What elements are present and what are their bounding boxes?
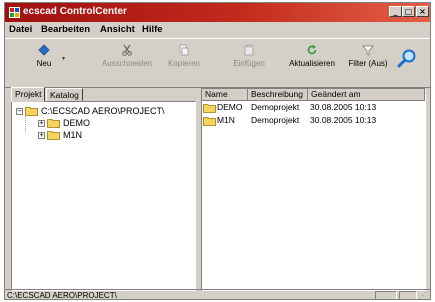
window-title: ecscad ControlCenter (23, 6, 127, 17)
maximize-button[interactable]: □ (402, 6, 415, 17)
status-path: C:\ECSCAD AERO\PROJECT\ (7, 291, 117, 300)
tab-projekt[interactable]: Projekt (11, 87, 46, 102)
expand-icon[interactable]: + (38, 119, 45, 127)
title-bar[interactable]: ecscad ControlCenter _ □ × (5, 3, 430, 22)
maximize-icon: □ (404, 7, 413, 16)
project-list[interactable]: Name Beschreibung Geändert am DEMO Demop… (201, 88, 426, 291)
menu-bar: Datei Bearbeiten Ansicht Hilfe (5, 22, 430, 37)
column-header-label: Name (205, 89, 228, 99)
tree-item-label: C:\ECSCAD AERO\PROJECT\ (41, 106, 165, 116)
tree-item-demo[interactable]: + DEMO (38, 117, 90, 129)
app-icon (9, 7, 20, 18)
list-cell-modified: 30.08.2005 10:13 (310, 115, 377, 125)
menu-hilfe[interactable]: Hilfe (142, 24, 163, 35)
filter-button[interactable]: Filter (Aus) (344, 41, 392, 83)
expand-icon[interactable]: + (38, 131, 45, 139)
copy-icon (179, 44, 189, 56)
app-window: ecscad ControlCenter _ □ × Datei Bearbei… (4, 2, 431, 300)
scissors-icon (122, 44, 132, 56)
refresh-icon (307, 44, 317, 55)
status-panel (399, 291, 417, 299)
folder-open-icon (25, 107, 38, 116)
menu-ansicht[interactable]: Ansicht (100, 24, 135, 35)
menu-datei[interactable]: Datei (9, 24, 32, 35)
status-bar: C:\ECSCAD AERO\PROJECT\ ⋰ (5, 289, 430, 300)
list-cell-name: M1N (217, 115, 235, 125)
resize-grip-icon[interactable]: ⋰ (419, 291, 427, 299)
new-icon (38, 44, 50, 56)
tree-item-m1n[interactable]: + M1N (38, 129, 82, 141)
copy-button[interactable]: Kopieren (163, 41, 205, 83)
tab-katalog-label: Katalog (50, 90, 79, 100)
cut-button[interactable]: Ausschneiden (95, 41, 159, 83)
status-panel (375, 291, 397, 299)
refresh-label: Aktualisieren (289, 59, 335, 68)
filter-icon (362, 45, 374, 56)
toolbar: Neu ▾ Ausschneiden Kopieren Einfügen Akt… (5, 38, 430, 88)
paste-button[interactable]: Einfügen (229, 41, 269, 83)
minimize-icon: _ (393, 7, 398, 16)
menu-bearbeiten[interactable]: Bearbeiten (41, 24, 90, 35)
project-tree[interactable]: − C:\ECSCAD AERO\PROJECT\ + DEMO + M1N (11, 101, 196, 291)
minimize-button[interactable]: _ (389, 6, 402, 17)
list-cell-description: Demoprojekt (251, 115, 300, 125)
close-button[interactable]: × (416, 6, 429, 17)
new-label: Neu (36, 59, 52, 68)
column-header-label: Geändert am (311, 89, 361, 99)
tab-projekt-label: Projekt (15, 89, 42, 99)
column-header-name[interactable]: Name (202, 89, 248, 101)
tree-item-root[interactable]: − C:\ECSCAD AERO\PROJECT\ (16, 105, 165, 117)
tab-katalog[interactable]: Katalog (46, 88, 83, 101)
filter-label: Filter (Aus) (348, 59, 388, 68)
search-button[interactable] (397, 48, 417, 70)
tree-item-label: DEMO (63, 118, 90, 128)
folder-icon (203, 117, 216, 126)
new-dropdown-arrow-icon[interactable]: ▾ (62, 55, 65, 62)
paste-label: Einfügen (233, 59, 265, 68)
new-button[interactable]: Neu (31, 41, 57, 83)
search-icon (397, 49, 416, 68)
tree-item-label: M1N (63, 130, 83, 140)
folder-icon (47, 119, 60, 128)
close-icon: × (419, 7, 426, 16)
cut-label: Ausschneiden (101, 59, 153, 68)
refresh-button[interactable]: Aktualisieren (284, 41, 340, 83)
folder-icon (47, 131, 60, 140)
paste-icon (244, 44, 254, 56)
list-cell-description: Demoprojekt (251, 102, 300, 112)
list-cell-name: DEMO (217, 102, 243, 112)
column-header-geaendert[interactable]: Geändert am (308, 89, 425, 101)
folder-icon (203, 104, 216, 113)
copy-label: Kopieren (167, 59, 201, 68)
collapse-icon[interactable]: − (16, 107, 23, 115)
column-header-beschreibung[interactable]: Beschreibung (248, 89, 308, 101)
list-cell-modified: 30.08.2005 10:13 (310, 102, 377, 112)
column-header-label: Beschreibung (251, 89, 303, 99)
